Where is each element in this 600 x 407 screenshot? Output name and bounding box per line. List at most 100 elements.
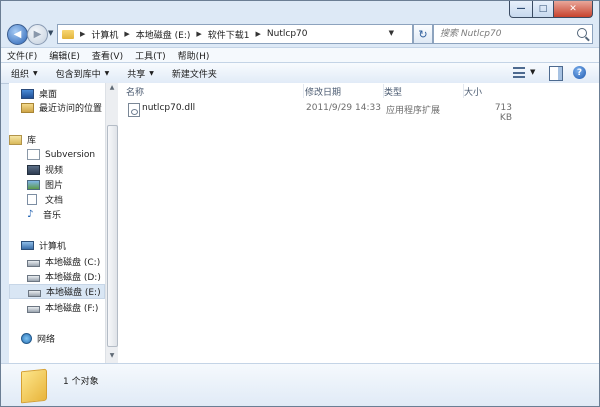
system-drive-icon — [27, 259, 40, 267]
menu-tools[interactable]: 工具(T) — [129, 49, 172, 62]
folder-icon — [21, 368, 47, 404]
breadcrumb-downloads[interactable]: ▶ 软件下载1 — [196, 28, 249, 41]
close-button[interactable]: ✕ — [554, 1, 593, 18]
breadcrumb-label: 软件下载1 — [207, 30, 250, 41]
drive-icon — [27, 305, 40, 313]
item-count: 1 个对象 — [63, 377, 99, 387]
nav-item-recent-places[interactable]: 最近访问的位置 — [21, 100, 117, 115]
library-icon — [9, 134, 22, 145]
picture-icon — [27, 179, 40, 190]
nav-label: 最近访问的位置 — [39, 104, 103, 114]
column-label: 大小 — [464, 87, 483, 98]
network-icon — [21, 333, 32, 344]
breadcrumb-drive-e[interactable]: ▶ 本地磁盘 (E:) — [124, 28, 190, 41]
nav-label: 库 — [27, 136, 37, 146]
drive-icon — [28, 289, 41, 297]
column-header-name[interactable]: 名称 — [126, 84, 304, 98]
navigation-pane: 桌面 最近访问的位置 库 Subversion 视频 图片 文档 ♪ 音乐 计算… — [9, 83, 105, 363]
menu-edit[interactable]: 编辑(E) — [43, 49, 86, 62]
document-icon — [27, 194, 37, 205]
nav-label: 本地磁盘 (E:) — [46, 288, 101, 298]
chevron-down-icon: ▼ — [149, 69, 154, 77]
search-input[interactable] — [438, 28, 572, 40]
breadcrumb-nutlcp70[interactable]: ▶ Nutlcp70 — [256, 29, 308, 39]
share-button[interactable]: 共享 ▼ — [127, 67, 154, 80]
subversion-icon — [27, 149, 40, 160]
nav-label: 本地磁盘 (D:) — [45, 273, 101, 283]
window-controls: — □ ✕ — [509, 1, 593, 18]
nav-label: 图片 — [45, 181, 64, 191]
file-type: 应用程序扩展 — [386, 106, 441, 116]
column-header-modified[interactable]: 修改日期 — [304, 84, 384, 98]
scroll-up-icon[interactable]: ▲ — [107, 84, 117, 94]
nav-item-libraries[interactable]: 库 — [9, 132, 105, 147]
column-header-size[interactable]: 大小 — [464, 84, 524, 98]
menu-help[interactable]: 帮助(H) — [172, 49, 216, 62]
change-view-icon[interactable] — [513, 67, 525, 78]
nav-label: 桌面 — [39, 90, 58, 100]
chevron-right-icon: ▶ — [80, 30, 86, 38]
breadcrumb-computer[interactable]: ▶ 计算机 — [80, 28, 118, 41]
breadcrumb-label: 本地磁盘 (E:) — [135, 30, 191, 41]
navigation-row: ◀ ▶ ▼ ▶ 计算机 ▶ 本地磁盘 (E:) ▶ 软件下载1 ▶ Nutlcp70 ▼… — [1, 21, 599, 47]
forward-button[interactable]: ▶ — [27, 24, 48, 45]
back-button[interactable]: ◀ — [7, 24, 28, 45]
nav-item-network[interactable]: 网络 — [21, 331, 117, 346]
include-in-library-label: 包含到库中 — [55, 69, 101, 80]
nav-label: 本地磁盘 (C:) — [45, 258, 101, 268]
computer-icon — [21, 241, 34, 250]
organize-button[interactable]: 组织 ▼ — [11, 67, 38, 80]
maximize-button[interactable]: □ — [533, 1, 554, 18]
preview-pane-icon[interactable] — [549, 66, 563, 81]
nav-label: 视频 — [45, 166, 64, 176]
file-modified: 2011/9/29 14:33 — [306, 103, 381, 113]
help-icon[interactable]: ? — [573, 66, 586, 79]
new-folder-button[interactable]: 新建文件夹 — [172, 67, 217, 80]
column-label: 修改日期 — [305, 87, 342, 98]
video-icon — [27, 164, 40, 175]
minimize-button[interactable]: — — [509, 1, 533, 18]
search-box — [433, 24, 593, 44]
breadcrumb-label: 计算机 — [91, 30, 119, 41]
scroll-thumb[interactable] — [107, 125, 118, 347]
nav-label: 计算机 — [39, 242, 67, 252]
address-bar[interactable]: ▶ 计算机 ▶ 本地磁盘 (E:) ▶ 软件下载1 ▶ Nutlcp70 ▼ — [57, 24, 413, 44]
chevron-down-icon: ▼ — [104, 69, 110, 77]
explorer-window: — □ ✕ ◀ ▶ ▼ ▶ 计算机 ▶ 本地磁盘 (E:) ▶ 软件下载1 ▶ Nutl… — [0, 0, 600, 407]
nav-label: 网络 — [37, 335, 56, 345]
recent-pages-dropdown[interactable]: ▼ — [48, 29, 53, 37]
menu-view[interactable]: 查看(V) — [86, 49, 129, 62]
refresh-icon: ↻ — [418, 27, 428, 41]
folder-icon — [62, 29, 74, 39]
search-icon[interactable] — [577, 28, 587, 38]
new-folder-label: 新建文件夹 — [171, 69, 217, 80]
column-header-type[interactable]: 类型 — [384, 84, 464, 98]
share-label: 共享 — [127, 69, 146, 80]
navigation-scrollbar[interactable]: ▲ ▼ — [105, 83, 118, 363]
file-name: nutlcp70.dll — [142, 103, 196, 113]
organize-label: 组织 — [11, 69, 30, 80]
refresh-button[interactable]: ↻ — [413, 24, 433, 44]
nav-item-desktop[interactable]: 桌面 — [21, 86, 117, 101]
back-arrow-icon: ◀ — [13, 29, 22, 40]
view-dropdown-icon[interactable]: ▼ — [530, 68, 535, 76]
chevron-right-icon: ▶ — [255, 30, 261, 38]
address-dropdown-icon[interactable]: ▼ — [389, 29, 394, 37]
file-size: 713 KB — [494, 103, 512, 123]
forward-arrow-icon: ▶ — [33, 29, 42, 40]
recent-places-icon — [21, 102, 34, 113]
include-in-library-button[interactable]: 包含到库中 ▼ — [56, 67, 110, 80]
nav-label: 文档 — [45, 196, 64, 206]
dll-file-icon — [128, 103, 140, 117]
nav-item-drive-e[interactable]: 本地磁盘 (E:) — [9, 284, 105, 299]
music-icon: ♪ — [27, 208, 34, 220]
file-list: 名称 修改日期 类型 大小 nutlcp70.dll 2011/9/29 14:… — [118, 83, 599, 363]
breadcrumb-label: Nutlcp70 — [266, 29, 308, 39]
menu-bar: 文件(F) 编辑(E) 查看(V) 工具(T) 帮助(H) — [1, 47, 599, 63]
nav-label: 音乐 — [43, 211, 62, 221]
nav-label: Subversion — [45, 149, 96, 160]
nav-item-computer[interactable]: 计算机 — [21, 238, 117, 253]
table-row[interactable]: nutlcp70.dll 2011/9/29 14:33 应用程序扩展 713 … — [120, 101, 596, 123]
menu-file[interactable]: 文件(F) — [1, 49, 43, 62]
scroll-down-icon[interactable]: ▼ — [107, 352, 117, 362]
